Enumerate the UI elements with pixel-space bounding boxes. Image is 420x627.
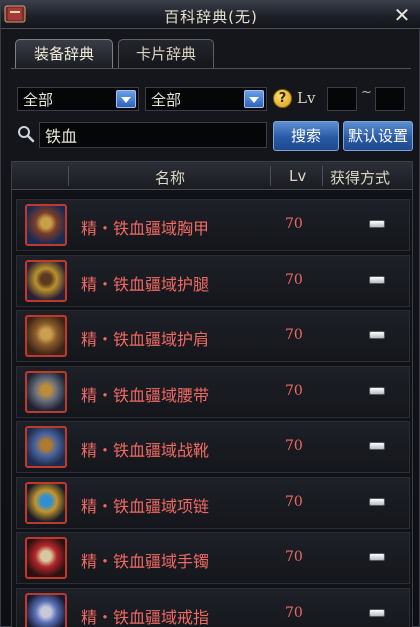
item-level: 70	[285, 271, 303, 288]
ring-icon	[25, 592, 67, 627]
armor-belt-icon	[25, 370, 67, 413]
acquire-method-icon[interactable]	[369, 275, 385, 284]
header-divider	[322, 166, 323, 186]
search-icon	[18, 126, 35, 143]
item-name: 精・铁血疆域护腿	[81, 274, 210, 294]
table-row[interactable]: 精・铁血疆域戒指 70	[16, 587, 410, 627]
category-select-2-value: 全部	[151, 91, 182, 109]
close-button[interactable]: ✕	[391, 4, 413, 26]
item-name: 精・铁血疆域腰带	[81, 385, 210, 405]
reset-button[interactable]: 默认设置	[343, 121, 413, 151]
acquire-method-icon[interactable]	[369, 497, 385, 506]
necklace-icon	[25, 481, 67, 524]
header-acquire: 获得方式	[330, 169, 391, 187]
tab-divider	[11, 68, 411, 69]
tab-cards[interactable]: 卡片辞典	[118, 39, 214, 69]
table-header: 名称 Lv 获得方式	[12, 162, 412, 190]
item-name: 精・铁血疆域胸甲	[81, 219, 210, 238]
item-level: 70	[285, 438, 303, 454]
header-divider	[68, 166, 69, 186]
table-row[interactable]: 精・铁血疆域手镯 70	[16, 532, 410, 584]
item-level: 70	[285, 382, 303, 399]
header-divider	[270, 166, 271, 186]
category-select-1[interactable]: 全部	[17, 87, 139, 111]
item-level: 70	[285, 493, 303, 510]
lv-max-input[interactable]	[375, 87, 405, 111]
search-button[interactable]: 搜索	[273, 121, 339, 151]
armor-shoulder-icon	[25, 315, 67, 357]
chevron-down-icon	[244, 90, 264, 108]
item-table: 名称 Lv 获得方式 精・铁血疆域胸甲 70 精・铁血疆域护腿 70 精・铁血疆域护肩 7…	[11, 161, 413, 627]
table-row[interactable]: 精・铁血疆域护肩 70	[16, 310, 410, 362]
acquire-method-icon[interactable]	[369, 220, 385, 228]
encyclopedia-window: 百科辞典(无) ✕ 装备辞典 卡片辞典 全部 全部 ? Lv ~ 搜索 默认设置…	[0, 0, 420, 627]
category-select-2[interactable]: 全部	[145, 87, 267, 111]
help-icon[interactable]: ?	[273, 89, 292, 108]
lv-min-input[interactable]	[327, 87, 357, 111]
item-level: 70	[285, 549, 303, 565]
window-title: 百科辞典(无)	[164, 8, 258, 26]
header-lv: Lv	[289, 167, 307, 185]
table-row[interactable]: 精・铁血疆域胸甲 70	[16, 199, 410, 251]
table-row[interactable]: 精・铁血疆域腰带 70	[16, 365, 410, 418]
chevron-down-icon	[116, 90, 136, 108]
header-name: 名称	[155, 169, 186, 187]
item-name: 精・铁血疆域项链	[81, 496, 210, 516]
acquire-method-icon[interactable]	[369, 608, 385, 617]
item-level: 70	[285, 604, 303, 621]
title-bar[interactable]: 百科辞典(无) ✕	[1, 1, 420, 29]
item-name: 精・铁血疆域手镯	[81, 552, 210, 571]
acquire-method-icon[interactable]	[369, 386, 385, 395]
lv-separator: ~	[361, 85, 372, 100]
tab-equipment[interactable]: 装备辞典	[15, 39, 113, 69]
search-input[interactable]	[39, 122, 267, 148]
table-row[interactable]: 精・铁血疆域项链 70	[16, 476, 410, 529]
armor-boots-icon	[25, 426, 67, 468]
item-name: 精・铁血疆域战靴	[81, 441, 210, 460]
category-select-1-value: 全部	[23, 91, 54, 109]
lv-label: Lv	[297, 89, 316, 107]
acquire-method-icon[interactable]	[369, 331, 385, 339]
acquire-method-icon[interactable]	[369, 553, 385, 561]
item-level: 70	[285, 327, 303, 343]
table-row[interactable]: 精・铁血疆域护腿 70	[16, 254, 410, 307]
armor-chest-icon	[25, 204, 67, 246]
acquire-method-icon[interactable]	[369, 442, 385, 450]
item-level: 70	[285, 216, 303, 232]
item-name: 精・铁血疆域护肩	[81, 330, 210, 349]
table-row[interactable]: 精・铁血疆域战靴 70	[16, 421, 410, 473]
armor-legs-icon	[25, 259, 67, 302]
bracelet-icon	[25, 537, 67, 579]
item-name: 精・铁血疆域戒指	[81, 607, 210, 627]
